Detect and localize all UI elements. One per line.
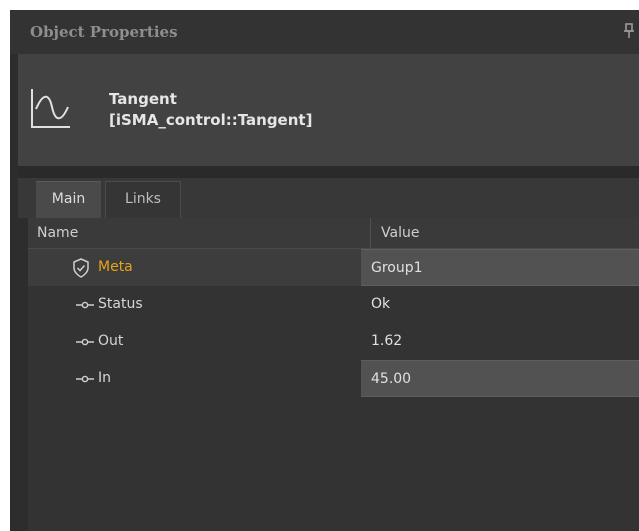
table-row-in[interactable]: In 45.00	[28, 360, 639, 397]
tangent-wave-icon	[31, 89, 70, 128]
row-value-input[interactable]: Group1	[361, 249, 639, 286]
shield-icon	[73, 258, 89, 278]
table-header: Name Value	[28, 218, 639, 249]
object-type: [iSMA_control::Tangent]	[109, 111, 313, 129]
pin-icon[interactable]	[623, 22, 635, 40]
tab-main[interactable]: Main	[36, 181, 101, 218]
object-header: Tangent [iSMA_control::Tangent]	[18, 54, 639, 166]
slot-icon	[76, 338, 94, 346]
slot-icon	[76, 375, 94, 383]
column-header-value[interactable]: Value	[370, 218, 639, 248]
table-row-status[interactable]: Status Ok	[28, 286, 639, 323]
header-separator	[18, 166, 639, 178]
row-value-input[interactable]: 45.00	[361, 360, 639, 397]
panel-title: Object Properties	[30, 23, 178, 41]
object-properties-panel: Object Properties Tangent [iSMA_control:…	[10, 10, 639, 531]
tab-links[interactable]: Links	[105, 181, 181, 218]
column-header-name[interactable]: Name	[37, 218, 78, 248]
slot-icon	[76, 301, 94, 309]
object-name: Tangent	[109, 90, 177, 108]
panel-titlebar: Object Properties	[10, 10, 639, 54]
table-row-out[interactable]: Out 1.62	[28, 323, 639, 360]
row-name: Status	[98, 296, 143, 312]
row-name: Meta	[98, 259, 133, 275]
row-name: Out	[98, 333, 124, 349]
row-name: In	[98, 370, 112, 386]
row-value: Ok	[371, 296, 391, 312]
row-value: 1.62	[371, 333, 403, 349]
tab-strip: Main Links	[18, 178, 639, 218]
table-row-meta[interactable]: Meta Group1	[28, 249, 639, 286]
properties-table: Name Value Meta Group1 Status Ok Out 1.6…	[28, 218, 639, 531]
